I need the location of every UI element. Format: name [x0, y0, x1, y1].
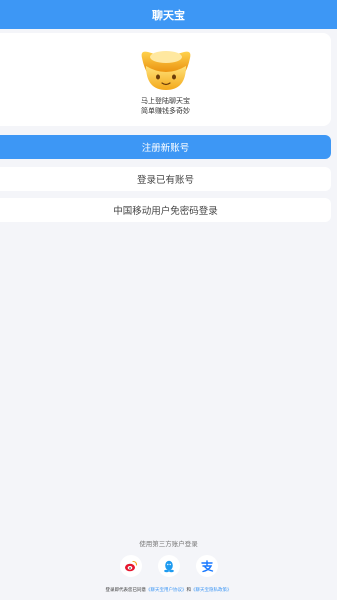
- user-agreement-link[interactable]: 《聊天宝用户协议》: [146, 588, 187, 593]
- app-header: 聊天宝: [0, 0, 337, 29]
- qq-icon[interactable]: [157, 555, 180, 577]
- gold-ingot-icon: [141, 51, 190, 90]
- third-party-icons: [0, 555, 337, 577]
- register-button[interactable]: 注册新账号: [0, 135, 331, 159]
- alipay-icon[interactable]: [195, 555, 218, 577]
- hero-card: 马上登陆聊天宝 简单赚钱多奇妙: [0, 33, 331, 126]
- slogan-line-2: 简单赚钱多奇妙: [141, 107, 190, 115]
- third-party-title: 使用第三方账户登录: [139, 540, 198, 548]
- agreement-text: 登录即代表您已同意《聊天宝用户协议》和《聊天宝隐私政策》: [0, 587, 337, 593]
- slogan: 马上登陆聊天宝 简单赚钱多奇妙: [141, 96, 190, 116]
- mobile-login-button[interactable]: 中国移动用户免密码登录: [0, 198, 331, 222]
- weibo-icon[interactable]: [119, 555, 142, 577]
- agreement-prefix: 登录即代表您已同意: [105, 588, 147, 593]
- page-title: 聊天宝: [152, 8, 185, 22]
- login-button[interactable]: 登录已有账号: [0, 167, 331, 191]
- slogan-line-1: 马上登陆聊天宝: [141, 97, 190, 105]
- privacy-policy-link[interactable]: 《聊天宝隐私政策》: [191, 588, 232, 593]
